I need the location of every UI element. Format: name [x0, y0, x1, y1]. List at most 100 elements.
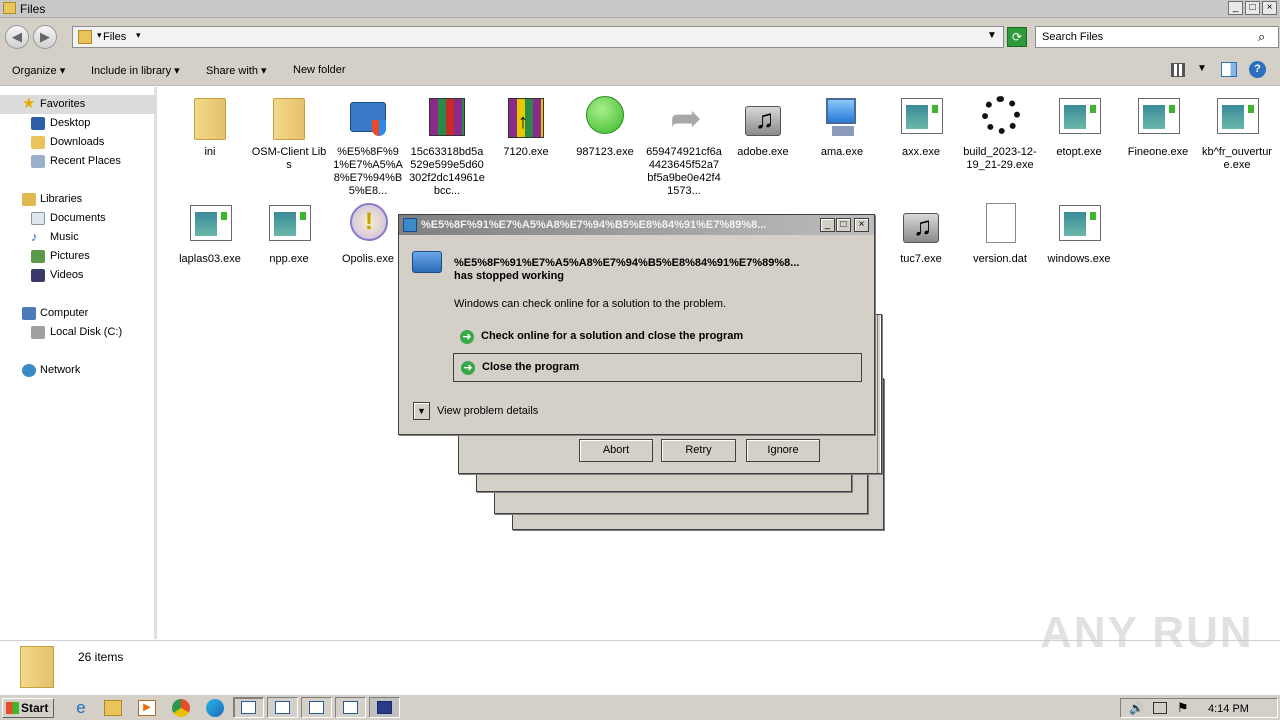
file-item[interactable]: axx.exe [883, 96, 959, 159]
file-item[interactable]: etopt.exe [1041, 96, 1117, 159]
new-folder-button[interactable]: New folder [293, 64, 346, 76]
file-item[interactable]: laplas03.exe [172, 203, 248, 266]
file-item[interactable]: version.dat [962, 203, 1038, 266]
crashed-app-name: %E5%8F%91%E7%A5%A8%E7%94%B5%E8%84%91%E7%… [454, 257, 800, 269]
chevron-down-icon[interactable]: ▾ [97, 30, 102, 41]
maximize-button[interactable]: □ [1245, 1, 1260, 15]
ignore-button[interactable]: Ignore [746, 439, 820, 462]
app-window-icon [899, 96, 943, 140]
help-icon[interactable]: ? [1249, 61, 1266, 78]
nav-label: Videos [50, 269, 84, 281]
action-center-flag-icon[interactable]: ⚑ [1177, 700, 1189, 716]
command-bar: Organize ▾ Include in library ▾ Share wi… [0, 56, 1280, 86]
file-item[interactable]: ♫ tuc7.exe [883, 203, 959, 266]
nav-item-music[interactable]: ♪ Music [0, 228, 157, 247]
nav-item-downloads[interactable]: Downloads [0, 133, 157, 152]
window-icon [275, 701, 290, 714]
retry-button[interactable]: Retry [661, 439, 736, 462]
nav-item-documents[interactable]: Documents [0, 209, 157, 228]
file-item[interactable]: ↑ 7120.exe [488, 96, 564, 159]
file-item[interactable]: ama.exe [804, 96, 880, 159]
app-window-icon [1215, 96, 1259, 140]
file-item[interactable]: OSM-Client Libs [251, 96, 327, 172]
volume-icon[interactable]: 🔊 [1129, 701, 1144, 715]
file-name: 15c63318bd5a529e599e5d60302f2dc14961ebcc… [409, 146, 485, 197]
file-item[interactable]: 15c63318bd5a529e599e5d60302f2dc14961ebcc… [409, 96, 485, 198]
chrome-icon[interactable] [172, 699, 190, 717]
file-item[interactable]: kb^fr_ouverture.exe [1199, 96, 1275, 172]
file-name: 987123.exe [576, 146, 634, 158]
close-button[interactable]: × [1262, 1, 1277, 15]
background-dialog-button-edge [767, 473, 837, 487]
file-item[interactable]: 987123.exe [567, 96, 643, 159]
taskbar-window-button[interactable] [301, 697, 332, 718]
back-button[interactable]: ◀ [5, 25, 29, 49]
preview-pane-icon[interactable] [1221, 62, 1237, 77]
check-online-option[interactable]: ➜ Check online for a solution and close … [453, 323, 862, 352]
dialog-minimize-button[interactable]: _ [820, 218, 835, 232]
dialog-close-button[interactable]: × [854, 218, 869, 232]
file-item[interactable]: Fineone.exe [1120, 96, 1196, 159]
dialog-maximize-button[interactable]: □ [836, 218, 851, 232]
file-item[interactable]: ini [172, 96, 248, 159]
taskbar-window-button[interactable] [267, 697, 298, 718]
media-player-icon[interactable]: ▶ [138, 700, 156, 716]
folder-shield-app-icon [346, 96, 390, 140]
nav-item-libraries[interactable]: Libraries [0, 190, 157, 209]
close-program-option[interactable]: ➜ Close the program [453, 353, 862, 382]
search-input[interactable]: Search Files ⌕ [1035, 26, 1279, 48]
file-name: 7120.exe [503, 146, 549, 158]
abort-button[interactable]: Abort [579, 439, 653, 462]
refresh-icon[interactable]: ⟳ [1007, 27, 1027, 47]
nav-item-recent-places[interactable]: Recent Places [0, 152, 157, 171]
close-program-label: Close the program [482, 361, 580, 373]
start-button[interactable]: Start [2, 698, 54, 718]
nav-item-network[interactable]: Network [0, 361, 157, 380]
file-name: tuc7.exe [900, 253, 942, 265]
organize-button[interactable]: Organize ▾ [12, 64, 65, 77]
file-item[interactable]: build_2023-12-19_21-29.exe [962, 96, 1038, 172]
forward-button[interactable]: ▶ [33, 25, 57, 49]
check-online-label: Check online for a solution and close th… [481, 330, 744, 342]
share-with-button[interactable]: Share with ▾ [206, 64, 267, 77]
clock[interactable]: 4:14 PM [1208, 703, 1249, 715]
taskbar-window-button[interactable] [335, 697, 366, 718]
minimize-button[interactable]: _ [1228, 1, 1243, 15]
chevron-down-icon[interactable]: ▾ [136, 30, 141, 41]
nav-item-videos[interactable]: Videos [0, 266, 157, 285]
taskbar-window-button[interactable] [233, 697, 264, 718]
edge-icon[interactable] [206, 699, 224, 717]
view-problem-details-link[interactable]: View problem details [437, 405, 538, 417]
file-name: axx.exe [902, 146, 940, 158]
app-window-icon [267, 203, 311, 247]
folder-icon [20, 646, 54, 688]
change-view-icon[interactable] [1171, 63, 1185, 77]
file-item[interactable]: ♫ adobe.exe [725, 96, 801, 159]
search-icon[interactable]: ⌕ [1258, 29, 1276, 45]
nav-item-computer[interactable]: Computer [0, 304, 157, 323]
file-item[interactable]: npp.exe [251, 203, 327, 266]
recent-places-icon [31, 155, 45, 168]
address-bar[interactable]: ▾ Files ▾ ▼ [72, 26, 1004, 48]
taskbar-window-button[interactable] [369, 697, 400, 718]
nav-item-local-disk[interactable]: Local Disk (C:) [0, 323, 157, 342]
file-name: windows.exe [1047, 253, 1111, 265]
file-item[interactable]: ! Opolis.exe [330, 203, 406, 266]
window-icon [241, 701, 256, 714]
file-item[interactable]: ➦ 659474921cf6a4423645f52a7bf5a9be0e42f41… [646, 96, 722, 198]
file-item[interactable]: %E5%8F%91%E7%A5%A8%E7%94%B5%E8... [330, 96, 406, 198]
breadcrumb-files[interactable]: Files [103, 31, 126, 43]
address-history-dropdown-icon[interactable]: ▼ [987, 30, 997, 41]
file-item[interactable]: windows.exe [1041, 203, 1117, 266]
window-icon [377, 701, 392, 714]
expand-details-chevron-icon[interactable]: ▼ [413, 402, 430, 420]
explorer-icon[interactable] [104, 700, 122, 716]
include-in-library-button[interactable]: Include in library ▾ [91, 64, 180, 77]
file-name: 659474921cf6a4423645f52a7bf5a9be0e42f415… [646, 146, 722, 197]
nav-item-desktop[interactable]: Desktop [0, 114, 157, 133]
view-options-dropdown-icon[interactable]: ▼ [1197, 63, 1207, 74]
ie-icon[interactable]: e [70, 698, 92, 718]
nav-item-pictures[interactable]: Pictures [0, 247, 157, 266]
nav-item-favorites[interactable]: ★ Favorites [0, 95, 157, 114]
network-tray-icon[interactable] [1153, 702, 1167, 714]
